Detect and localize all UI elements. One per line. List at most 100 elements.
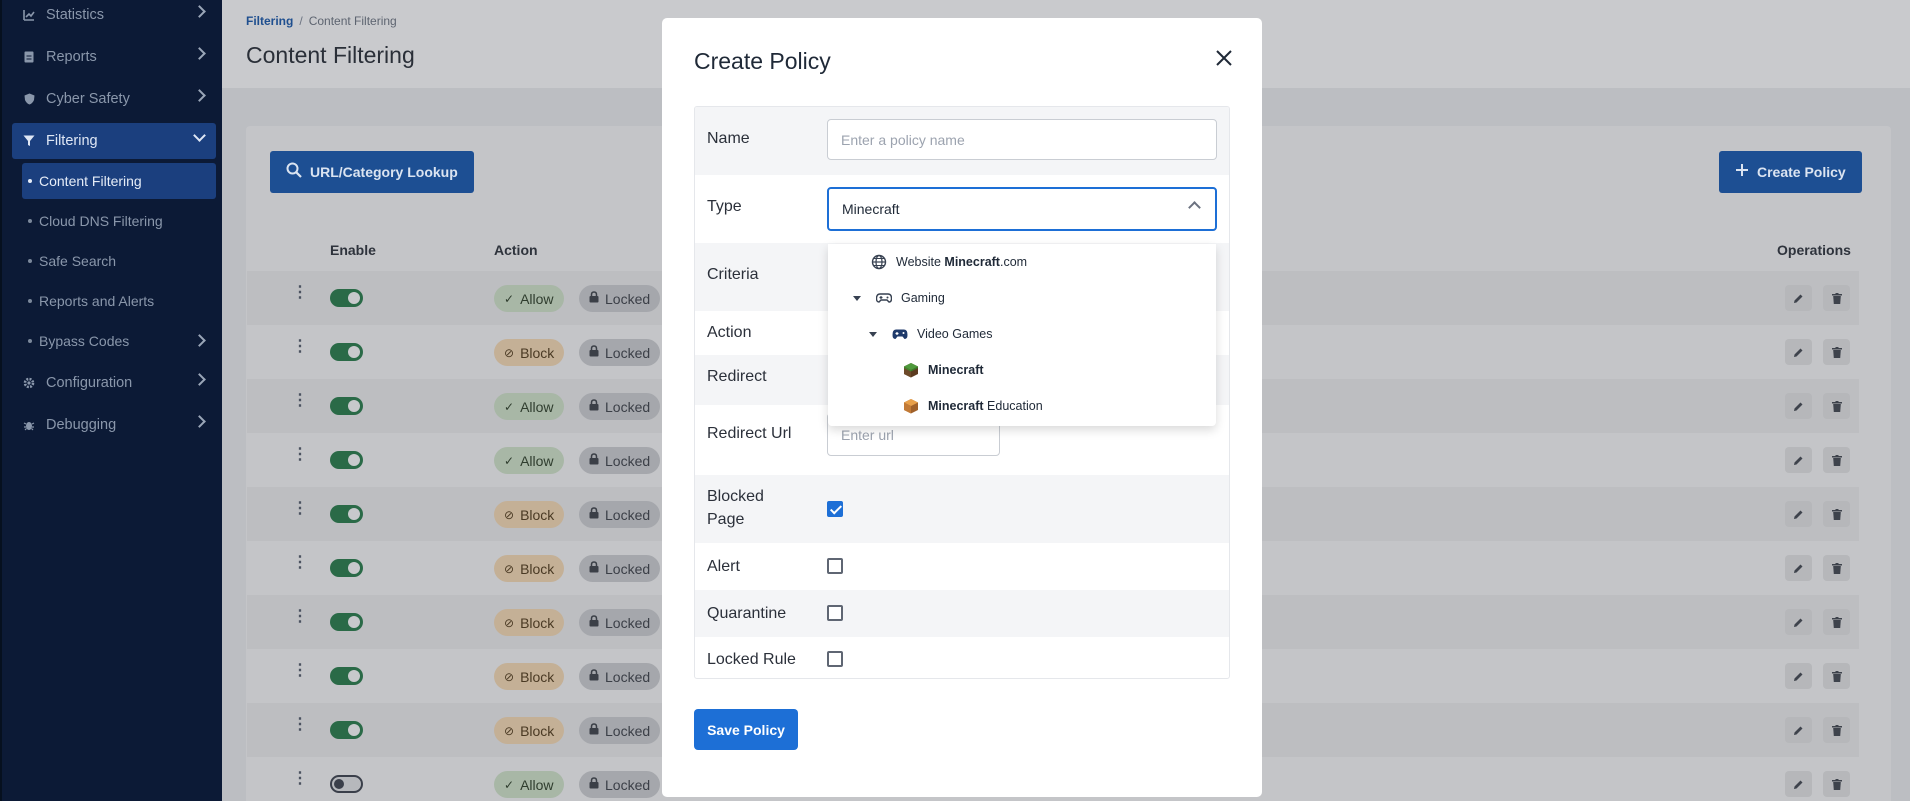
enable-toggle[interactable]	[330, 721, 363, 739]
sidebar-subitem-label: Safe Search	[39, 253, 117, 269]
locked-rule-checkbox[interactable]	[827, 651, 843, 667]
minecraft-education-icon	[902, 397, 920, 415]
type-label: Type	[707, 198, 742, 215]
edit-button[interactable]	[1785, 447, 1812, 473]
delete-button[interactable]	[1823, 609, 1850, 635]
edit-button[interactable]	[1785, 663, 1812, 689]
quarantine-label: Quarantine	[707, 605, 787, 622]
ban-icon: ⊘	[504, 615, 515, 630]
edit-button[interactable]	[1785, 501, 1812, 527]
enable-toggle[interactable]	[330, 397, 363, 415]
form-row-quarantine: Quarantine	[695, 590, 1229, 637]
delete-button[interactable]	[1823, 501, 1850, 527]
dropdown-option-gaming[interactable]: Gaming	[853, 280, 945, 316]
quarantine-checkbox[interactable]	[827, 605, 843, 621]
breadcrumb-current: Content Filtering	[308, 14, 397, 28]
url-category-lookup-button[interactable]: URL/Category Lookup	[270, 151, 474, 193]
alert-checkbox[interactable]	[827, 558, 843, 574]
delete-button[interactable]	[1823, 663, 1850, 689]
edit-button[interactable]	[1785, 771, 1812, 797]
locked-badge: Locked	[579, 447, 661, 474]
dropdown-option-minecraft-education[interactable]: Minecraft Education	[902, 388, 1043, 424]
delete-button[interactable]	[1823, 339, 1850, 365]
dropdown-option-minecraft[interactable]: Minecraft	[902, 352, 984, 388]
sidebar-item-statistics[interactable]: Statistics	[12, 0, 216, 33]
ban-icon: ⊘	[504, 669, 515, 684]
delete-button[interactable]	[1823, 447, 1850, 473]
check-icon: ✓	[504, 453, 515, 468]
sidebar-item-configuration[interactable]: Configuration	[12, 365, 216, 401]
edit-button[interactable]	[1785, 717, 1812, 743]
dropdown-option-website-minecraft[interactable]: Website Minecraft.com	[870, 244, 1027, 280]
pencil-icon	[1794, 672, 1803, 681]
delete-button[interactable]	[1823, 771, 1850, 797]
action-badge-label: Block	[520, 668, 555, 685]
edit-button[interactable]	[1785, 609, 1812, 635]
blocked-page-checkbox[interactable]	[827, 501, 843, 517]
delete-button[interactable]	[1823, 555, 1850, 581]
more-vertical-icon[interactable]: ⋮	[292, 663, 308, 679]
delete-button[interactable]	[1823, 717, 1850, 743]
more-vertical-icon[interactable]: ⋮	[292, 339, 308, 355]
type-select[interactable]: Minecraft	[827, 187, 1217, 231]
chevron-down-icon	[193, 129, 206, 142]
locked-badge-label: Locked	[605, 614, 651, 631]
sidebar-subitem-bypass-codes[interactable]: Bypass Codes	[22, 323, 216, 359]
more-vertical-icon[interactable]: ⋮	[292, 771, 308, 787]
lock-icon	[589, 345, 599, 360]
more-vertical-icon[interactable]: ⋮	[292, 393, 308, 409]
locked-badge-label: Locked	[605, 344, 651, 361]
sidebar-subitem-content-filtering[interactable]: Content Filtering	[22, 163, 216, 199]
action-badge: ⊘ Block	[494, 663, 565, 690]
more-vertical-icon[interactable]: ⋮	[292, 555, 308, 571]
enable-toggle[interactable]	[330, 505, 363, 523]
close-icon[interactable]	[1212, 46, 1236, 70]
edit-button[interactable]	[1785, 285, 1812, 311]
delete-button[interactable]	[1823, 393, 1850, 419]
action-label: Action	[707, 324, 752, 341]
action-badge: ⊘ Block	[494, 609, 565, 636]
sidebar-subitem-reports-and-alerts[interactable]: Reports and Alerts	[22, 283, 216, 319]
more-vertical-icon[interactable]: ⋮	[292, 609, 308, 625]
trash-icon	[1831, 778, 1842, 790]
more-vertical-icon[interactable]: ⋮	[292, 717, 308, 733]
chevron-right-icon	[193, 334, 206, 347]
blocked-page-label-line1: Blocked	[707, 488, 764, 505]
sidebar-subitem-safe-search[interactable]: Safe Search	[22, 243, 216, 279]
column-header-operations: Operations	[1777, 242, 1851, 258]
sidebar-item-label: Configuration	[46, 375, 133, 391]
sidebar-item-debugging[interactable]: Debugging	[12, 407, 216, 443]
enable-toggle[interactable]	[330, 451, 363, 469]
lookup-button-label: URL/Category Lookup	[310, 164, 458, 180]
criteria-label: Criteria	[707, 266, 759, 283]
sidebar-item-cyber-safety[interactable]: Cyber Safety	[12, 81, 216, 117]
pencil-icon	[1794, 348, 1803, 357]
more-vertical-icon[interactable]: ⋮	[292, 285, 308, 301]
controller-icon	[891, 325, 909, 343]
modal-title: Create Policy	[694, 48, 831, 74]
enable-toggle[interactable]	[330, 289, 363, 307]
edit-button[interactable]	[1785, 339, 1812, 365]
enable-toggle[interactable]	[330, 559, 363, 577]
enable-toggle[interactable]	[330, 667, 363, 685]
sidebar-item-reports[interactable]: Reports	[12, 39, 216, 75]
sidebar-subitem-cloud-dns-filtering[interactable]: Cloud DNS Filtering	[22, 203, 216, 239]
edit-button[interactable]	[1785, 555, 1812, 581]
locked-badge: Locked	[579, 717, 661, 744]
enable-toggle[interactable]	[330, 613, 363, 631]
create-policy-button[interactable]: Create Policy	[1719, 151, 1862, 193]
sidebar-item-filtering[interactable]: Filtering	[12, 123, 216, 159]
trash-icon	[1831, 454, 1842, 466]
edit-button[interactable]	[1785, 393, 1812, 419]
more-vertical-icon[interactable]: ⋮	[292, 447, 308, 463]
breadcrumb-link-filtering[interactable]: Filtering	[246, 14, 293, 28]
more-vertical-icon[interactable]: ⋮	[292, 501, 308, 517]
enable-toggle[interactable]	[330, 343, 363, 361]
enable-toggle[interactable]	[330, 775, 363, 793]
action-badge: ✓ Allow	[494, 447, 564, 474]
delete-button[interactable]	[1823, 285, 1850, 311]
dropdown-option-video-games[interactable]: Video Games	[869, 316, 993, 352]
policy-name-input[interactable]: Enter a policy name	[827, 119, 1217, 160]
chevron-right-icon	[193, 47, 206, 60]
save-policy-button[interactable]: Save Policy	[694, 709, 798, 750]
